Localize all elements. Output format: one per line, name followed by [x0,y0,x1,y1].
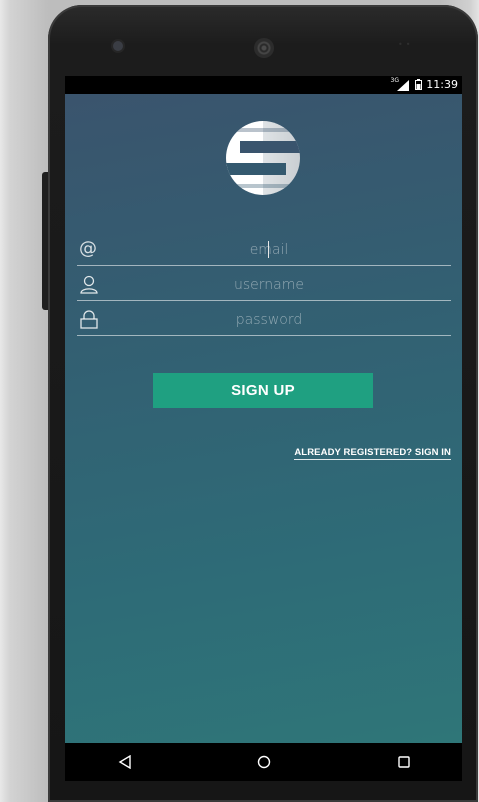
email-input[interactable] [117,238,421,262]
proximity-sensor: •• [398,40,414,49]
sign-in-link[interactable]: ALREADY REGISTERED? SIGN IN [294,447,451,460]
recents-nav-button[interactable] [395,753,413,771]
device-screen: 3G 11:39 @ email username SIGN UP ALREAD… [65,76,462,781]
navigation-bar [65,743,462,781]
username-row [77,270,451,301]
lock-icon [80,310,98,329]
sign-up-button[interactable]: SIGN UP [153,373,373,408]
front-camera [113,41,123,51]
status-time: 11:39 [426,78,458,91]
password-input[interactable] [117,308,421,332]
text-cursor [268,241,269,258]
status-bar: 3G 11:39 [65,76,462,94]
home-circle-icon [257,755,271,769]
battery-icon [415,79,422,90]
back-nav-button[interactable] [116,753,134,771]
back-triangle-icon [118,755,131,769]
user-icon [80,275,98,294]
home-nav-button[interactable] [255,753,273,771]
recents-square-icon [398,756,410,768]
username-input[interactable] [117,273,421,297]
email-row: @ [77,235,451,266]
signup-screen: @ SIGN UP ALREADY REGISTERED? SIGN IN [65,94,462,743]
at-sign-icon: @ [79,238,97,259]
password-row [77,305,451,336]
earpiece-speaker [254,38,274,58]
app-logo [226,121,300,195]
signal-icon [397,80,409,91]
